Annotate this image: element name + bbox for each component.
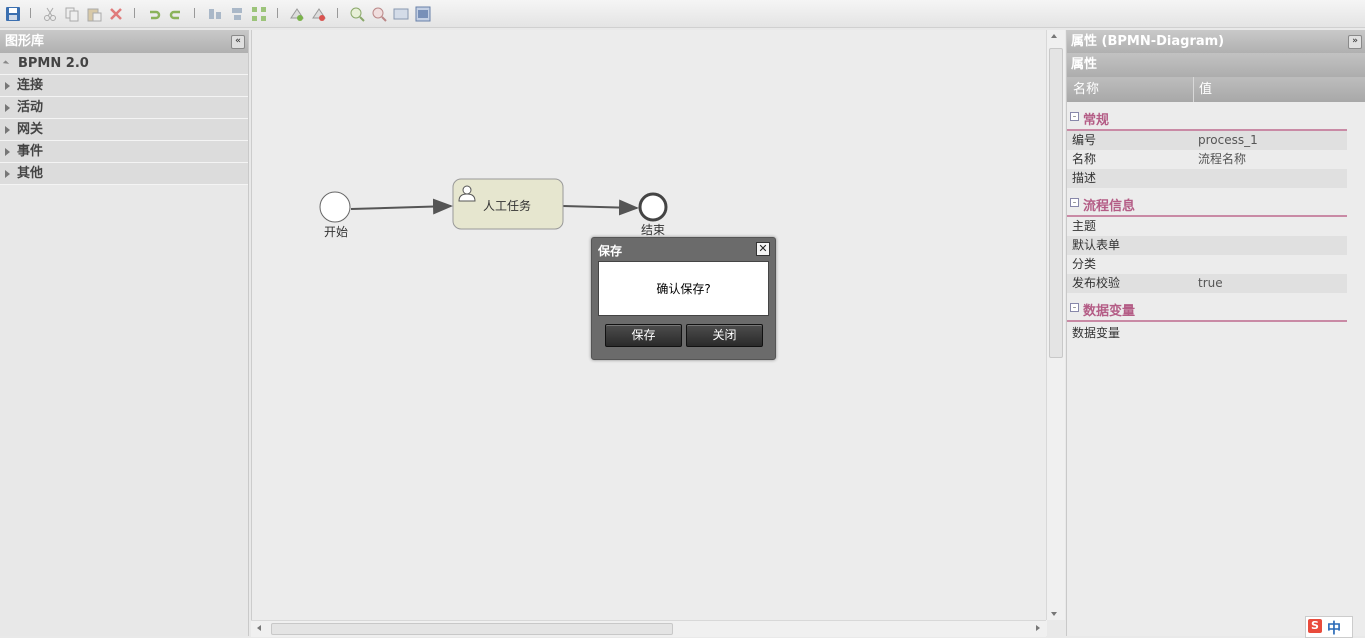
properties-subheader: 属性 [1067,53,1365,77]
toolbar [0,0,1365,28]
undo-icon[interactable] [146,6,162,22]
toolbar-separator [134,8,135,18]
column-value: 值 [1199,82,1213,97]
collapse-group-icon[interactable]: – [1070,303,1079,312]
ime-logo-icon: S [1308,619,1322,633]
panel-title: 属性 (BPMN-Diagram) [1071,34,1225,49]
toolbar-separator [194,8,195,18]
toolbar-separator [30,8,31,18]
collapsed-arrow-icon [5,104,10,112]
collapse-left-icon[interactable]: « [231,35,245,49]
user-task-label: 人工任务 [483,199,532,213]
collapsed-arrow-icon [5,82,10,90]
zoom-out-icon[interactable] [371,6,387,22]
panel-title: 图形库 [5,34,45,49]
sequence-flow[interactable] [350,198,453,215]
align-vertical-icon[interactable] [207,6,223,22]
vertical-scroll-thumb[interactable] [1049,48,1063,358]
expanded-arrow-icon [2,60,10,67]
copy-icon[interactable] [64,6,80,22]
close-button[interactable]: 关闭 [686,324,763,347]
start-event[interactable] [319,191,351,223]
fit-width-icon[interactable] [393,6,409,22]
property-group-process-info[interactable]: – 流程信息 [1067,194,1347,217]
save-icon[interactable] [5,6,21,22]
property-row[interactable]: 数据变量 [1067,324,1347,343]
cut-icon[interactable] [42,6,58,22]
library-item-activity[interactable]: 活动 [0,97,248,119]
align-horizontal-icon[interactable] [229,6,245,22]
vertical-scrollbar[interactable] [1046,30,1065,620]
group-icon[interactable] [251,6,267,22]
toolbar-separator [337,8,338,18]
scroll-up-icon[interactable] [1051,34,1057,38]
properties-panel: 属性 (BPMN-Diagram) » 属性 名称 值 – 常规 编号 proces… [1066,30,1365,636]
ime-indicator[interactable]: S 中 [1305,616,1353,638]
property-group-general[interactable]: – 常规 [1067,108,1347,131]
library-item-other[interactable]: 其他 [0,163,248,185]
horizontal-scrollbar[interactable] [251,620,1046,637]
sequence-flow[interactable] [562,199,639,216]
end-event-label: 结束 [641,223,666,237]
toolbar-separator [277,8,278,18]
panel-header: 属性 (BPMN-Diagram) » [1067,30,1365,53]
property-row[interactable]: 发布校验 true [1067,274,1347,293]
property-row[interactable]: 主题 [1067,217,1347,236]
remove-shape-icon[interactable] [311,6,327,22]
save-button[interactable]: 保存 [605,324,682,347]
property-row[interactable]: 描述 [1067,169,1347,188]
library-item-bpmn[interactable]: BPMN 2.0 [0,53,248,75]
library-item-connection[interactable]: 连接 [0,75,248,97]
collapsed-arrow-icon [5,148,10,156]
column-name: 名称 [1073,82,1100,97]
redo-icon[interactable] [168,6,184,22]
dialog-title: 保存 [598,244,623,258]
library-item-event[interactable]: 事件 [0,141,248,163]
zoom-in-icon[interactable] [349,6,365,22]
library-item-gateway[interactable]: 网关 [0,119,248,141]
property-row[interactable]: 编号 process_1 [1067,131,1347,150]
collapsed-arrow-icon [5,170,10,178]
properties-column-header: 名称 值 [1067,77,1365,102]
scroll-down-icon[interactable] [1051,612,1057,616]
add-shape-icon[interactable] [289,6,305,22]
panel-header: 图形库 « [0,30,248,53]
property-row[interactable]: 名称 流程名称 [1067,150,1347,169]
collapse-group-icon[interactable]: – [1070,112,1079,121]
property-group-data-variables[interactable]: – 数据变量 [1067,299,1347,322]
horizontal-scroll-thumb[interactable] [271,623,673,635]
property-row[interactable]: 分类 [1067,255,1347,274]
save-confirm-dialog: 保存 ✕ 确认保存? 保存 关闭 [591,237,776,360]
collapsed-arrow-icon [5,126,10,134]
collapse-right-icon[interactable]: » [1348,35,1362,49]
scroll-right-icon[interactable] [1036,625,1040,631]
start-event-label: 开始 [324,225,349,239]
ime-mode: 中 [1327,621,1341,637]
close-icon[interactable]: ✕ [756,242,770,256]
dialog-message: 确认保存? [598,261,769,316]
fit-page-icon[interactable] [415,6,431,22]
delete-icon[interactable] [108,6,124,22]
end-event[interactable] [638,192,668,222]
shape-library-panel: 图形库 « BPMN 2.0 连接 活动 网关 事件 其他 [0,30,249,636]
property-row[interactable]: 默认表单 [1067,236,1347,255]
paste-icon[interactable] [86,6,102,22]
scroll-left-icon[interactable] [257,625,261,631]
collapse-group-icon[interactable]: – [1070,198,1079,207]
